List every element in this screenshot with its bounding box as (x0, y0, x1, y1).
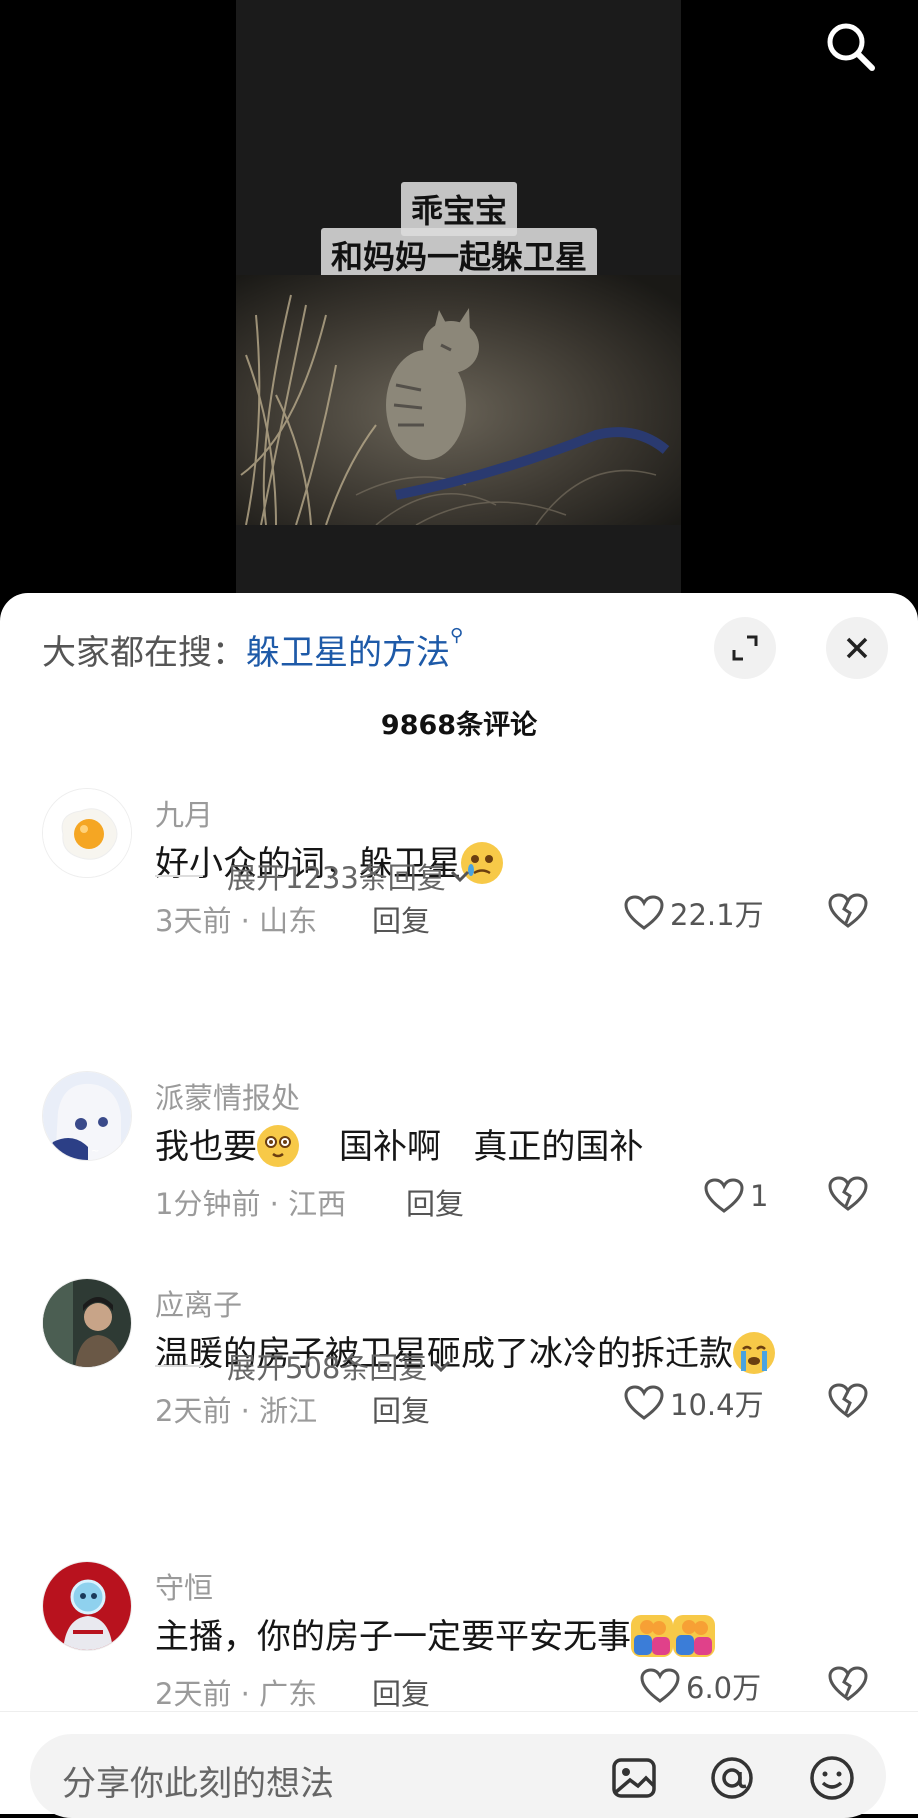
comment-input[interactable]: 分享你此刻的想法 (30, 1734, 886, 1818)
chevron-down-icon (450, 870, 469, 883)
like-button[interactable]: 1 (704, 1176, 768, 1216)
avatar[interactable] (42, 1278, 132, 1368)
like-button[interactable]: 22.1万 (624, 893, 764, 933)
expand-replies-label: 展开508条回复 (227, 1351, 428, 1385)
svg-text:~: ~ (91, 1146, 99, 1157)
like-count: 22.1万 (670, 898, 764, 932)
like-count: 10.4万 (670, 1388, 764, 1422)
heart-broken-icon (828, 1383, 868, 1418)
comment-meta: 2天前 · 广东 (155, 1677, 318, 1711)
avatar[interactable]: ~ (42, 1071, 132, 1161)
video-player[interactable]: 乖宝宝 和妈妈一起躲卫星 (0, 0, 918, 600)
comment-count: 9868条评论 (380, 710, 538, 741)
comment-text-part1: 我也要 (155, 1127, 257, 1167)
comment-meta: 2天前 · 浙江 (155, 1394, 318, 1428)
at-icon[interactable] (706, 1752, 758, 1804)
like-count: 1 (750, 1179, 769, 1213)
comment-input-placeholder: 分享你此刻的想法 (62, 1764, 334, 1804)
blush-emoji-icon (257, 1124, 299, 1167)
comment-text-part2: 国补啊 真正的国补 (339, 1127, 644, 1167)
comments-sheet: 大家都在搜：躲卫星的方法⚲ 9868条评论 九月 好小众的词，躲卫星 3天前 ·… (0, 593, 918, 1813)
video-frame-cat-image (236, 275, 681, 525)
divider (155, 875, 203, 877)
comment-text: 我也要 国补啊 真正的国补 (155, 1119, 643, 1170)
divider (155, 1365, 203, 1367)
reply-button[interactable]: 回复 (372, 1671, 430, 1713)
avatar[interactable] (42, 1561, 132, 1651)
reply-button[interactable]: 回复 (406, 1181, 464, 1223)
fullscreen-button[interactable] (714, 617, 776, 679)
loudly-crying-emoji-icon (733, 1331, 775, 1374)
heart-icon (624, 1385, 664, 1420)
expand-replies-button[interactable]: 展开508条回复 (155, 1345, 455, 1387)
comment-input-bar: 分享你此刻的想法 (0, 1711, 918, 1818)
like-count: 6.0万 (686, 1671, 762, 1705)
search-small-icon: ⚲ (450, 625, 464, 646)
hug-emoji-icon (673, 1614, 715, 1657)
comment-meta: 3天前 · 山东 (155, 904, 318, 938)
comment-text-content: 主播，你的房子一定要平安无事 (155, 1617, 631, 1657)
close-icon (846, 637, 868, 659)
comment-text: 主播，你的房子一定要平安无事 (155, 1609, 715, 1660)
dislike-button[interactable] (828, 1176, 868, 1216)
heart-broken-icon (828, 1176, 868, 1211)
reply-button[interactable]: 回复 (372, 898, 430, 940)
emoji-icon[interactable] (806, 1752, 858, 1804)
search-icon[interactable] (822, 18, 878, 74)
comment-username[interactable]: 应离子 (155, 1282, 242, 1324)
heart-broken-icon (828, 893, 868, 928)
comment-meta: 1分钟前 · 江西 (155, 1187, 347, 1221)
like-button[interactable]: 10.4万 (624, 1383, 764, 1423)
dislike-button[interactable] (828, 1666, 868, 1706)
reply-button[interactable]: 回复 (372, 1388, 430, 1430)
dislike-button[interactable] (828, 1383, 868, 1423)
fullscreen-icon (732, 635, 758, 661)
like-button[interactable]: 6.0万 (640, 1666, 761, 1706)
expand-replies-label: 展开1233条回复 (227, 861, 446, 895)
hot-search-link[interactable]: 躲卫星的方法 (246, 633, 450, 673)
comment-username[interactable]: 派蒙情报处 (155, 1075, 300, 1117)
close-button[interactable] (826, 617, 888, 679)
hug-emoji-icon (631, 1614, 673, 1657)
hot-search-prefix: 大家都在搜： (42, 633, 246, 673)
video-caption-line2: 和妈妈一起躲卫星 (320, 228, 597, 282)
heart-broken-icon (828, 1666, 868, 1701)
heart-icon (624, 895, 664, 930)
expand-replies-button[interactable]: 展开1233条回复 (155, 855, 474, 897)
comment-username[interactable]: 守恒 (155, 1565, 213, 1607)
dislike-button[interactable] (828, 893, 868, 933)
image-icon[interactable] (608, 1752, 660, 1804)
heart-icon (704, 1178, 744, 1213)
avatar[interactable] (42, 788, 132, 878)
hot-search-bar: 大家都在搜：躲卫星的方法⚲ (42, 625, 463, 674)
chevron-down-icon (432, 1360, 451, 1373)
comment-username[interactable]: 九月 (155, 792, 213, 834)
heart-icon (640, 1668, 680, 1703)
